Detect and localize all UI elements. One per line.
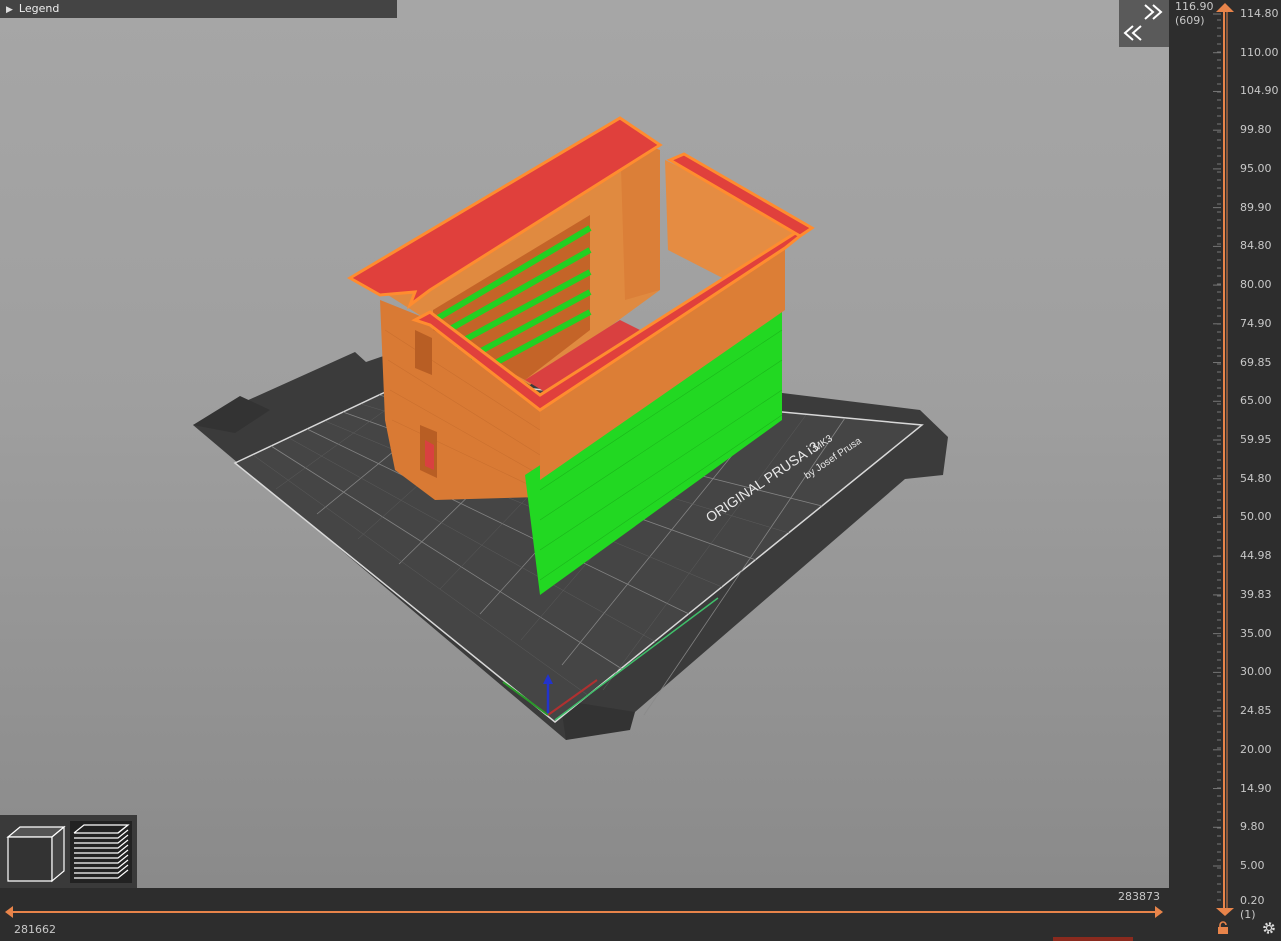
layer-tick-label: 39.83 — [1240, 587, 1272, 601]
preview-layers-icon — [73, 824, 130, 879]
layer-tick-label: 59.95 — [1240, 433, 1272, 446]
preview-layers-button[interactable] — [70, 821, 132, 883]
status-indicator — [1053, 937, 1133, 941]
layer-tick-label: 50.00 — [1240, 510, 1272, 524]
3d-viewport[interactable]: ORIGINAL PRUSA i3 MK3 by Josef Prusa — [0, 0, 1169, 888]
layer-tick-label: 44.98 — [1240, 549, 1272, 563]
layer-tick-label: 74.90 — [1240, 316, 1272, 330]
lower-layer-label: (1) — [1240, 908, 1256, 921]
move-right-value: 283873 — [1118, 890, 1160, 903]
gear-icon[interactable] — [1262, 921, 1276, 935]
move-left-value: 281662 — [14, 923, 56, 936]
layer-tick-label: 104.90 — [1240, 84, 1279, 98]
horizontal-move-slider[interactable] — [0, 888, 1169, 941]
collapse-sidebar-icon — [1123, 4, 1163, 41]
scene-render[interactable]: ORIGINAL PRUSA i3 MK3 by Josef Prusa — [0, 0, 1169, 888]
lock-icon[interactable] — [1217, 921, 1229, 935]
layer-tick-label: 89.90 — [1240, 200, 1272, 214]
upper-layer-label: (609) — [1175, 14, 1205, 27]
layer-tick-label: 99.80 — [1240, 123, 1272, 137]
layer-tick-label: 30.00 — [1240, 665, 1272, 679]
layer-tick-label: 20.00 — [1240, 742, 1272, 756]
layer-tick-label: 69.85 — [1240, 355, 1272, 369]
layer-tick-label: 80.00 — [1240, 278, 1272, 292]
layer-tick-label: 114.80 — [1240, 7, 1279, 20]
3d-view-button[interactable] — [4, 821, 66, 883]
legend-label: Legend — [18, 2, 60, 15]
upper-thumb — [1216, 3, 1234, 12]
layer-tick-label: 35.00 — [1240, 626, 1272, 640]
legend-header[interactable]: ▶ Legend — [0, 0, 397, 18]
lower-value-label: 0.20 — [1240, 894, 1265, 907]
lower-thumb — [1216, 908, 1234, 916]
collapse-sidebar-button[interactable] — [1119, 0, 1169, 47]
layer-tick-label: 65.00 — [1240, 394, 1272, 408]
layer-tick-label: 9.80 — [1240, 820, 1265, 834]
layer-tick-label: 5.00 — [1240, 859, 1265, 872]
view-toolbar — [0, 815, 137, 888]
upper-value-label: 116.90 — [1175, 0, 1214, 13]
vertical-layer-slider[interactable] — [1169, 0, 1281, 941]
layer-tick-label: 24.85 — [1240, 704, 1272, 718]
layer-tick-label: 54.80 — [1240, 471, 1272, 485]
layer-tick-label: 14.90 — [1240, 781, 1272, 795]
3d-view-icon — [6, 825, 66, 883]
layer-tick-label: 84.80 — [1240, 239, 1272, 253]
layer-tick-label: 95.00 — [1240, 161, 1272, 175]
right-thumb — [1155, 906, 1163, 918]
expand-triangle-icon: ▶ — [6, 5, 13, 15]
layer-tick-label: 110.00 — [1240, 45, 1279, 59]
left-thumb — [5, 906, 13, 918]
